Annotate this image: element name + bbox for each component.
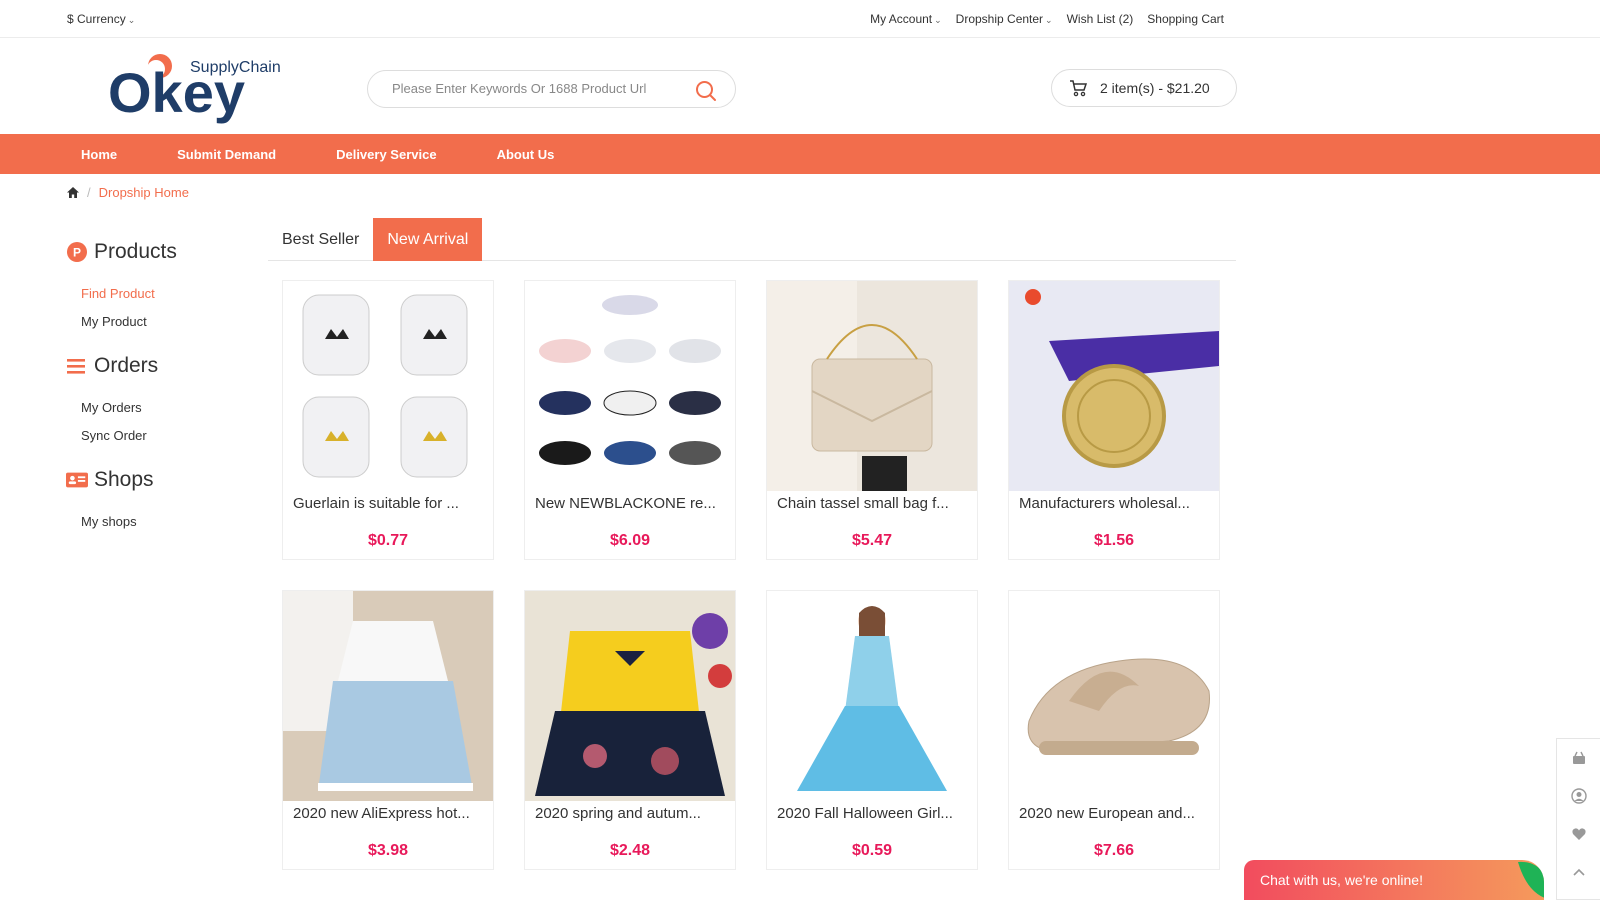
product-title[interactable]: Manufacturers wholesal... [1009,495,1219,512]
sidebar-group-products: P Products Find Product My Product [66,238,256,336]
search-input[interactable] [392,81,682,96]
product-price: $0.59 [851,842,893,859]
float-back-to-top-button[interactable] [1557,853,1600,891]
sidebar: P Products Find Product My Product Order… [66,238,256,552]
product-title[interactable]: 2020 Fall Halloween Girl... [767,805,977,822]
sidebar-item-find-product[interactable]: Find Product [81,280,256,308]
product-card[interactable]: 2020 spring and autum... $2.48 [524,590,736,870]
breadcrumb-current[interactable]: Dropship Home [99,185,189,200]
shopping-cart-link[interactable]: Shopping Cart [1147,12,1224,26]
sidebar-item-my-shops[interactable]: My shops [81,508,256,536]
float-account-button[interactable] [1557,777,1600,815]
okey-logo[interactable]: Okey SupplyChain [108,52,298,124]
sidebar-group-orders: Orders My Orders Sync Order [66,352,256,450]
product-card[interactable]: Manufacturers wholesal... $1.56 [1008,280,1220,560]
product-image[interactable] [1009,591,1219,801]
chevron-down-icon: ⌄ [1045,15,1053,25]
product-image[interactable] [525,591,735,801]
product-price: $1.56 [1093,532,1135,549]
main-nav: Home Submit Demand Delivery Service Abou… [0,134,1600,174]
header: Okey SupplyChain 2 item(s) - $21.20 [0,38,1600,134]
cart-icon [1070,80,1088,97]
product-price: $6.09 [609,532,651,549]
my-account-link[interactable]: My Account ⌄ [870,12,942,26]
product-price: $7.66 [1093,842,1135,859]
my-account-label: My Account [870,12,933,26]
chevron-down-icon: ⌄ [934,15,942,25]
floating-toolbar [1556,738,1600,900]
product-image[interactable] [767,281,977,491]
chat-label: Chat with us, we're online! [1260,872,1423,888]
sidebar-heading-products-label: Products [94,240,177,263]
sidebar-item-sync-order[interactable]: Sync Order [81,422,256,450]
account-links: My Account ⌄ Dropship Center ⌄ Wish List (… [870,12,1224,26]
product-price: $5.47 [851,532,893,549]
product-image[interactable] [283,591,493,801]
dropship-center-label: Dropship Center [955,12,1044,26]
sidebar-group-shops: Shops My shops [66,466,256,536]
breadcrumb: / Dropship Home [67,185,189,200]
sidebar-heading-orders: Orders [66,352,256,380]
leaf-icon [1518,861,1544,898]
sidebar-heading-shops: Shops [66,466,256,494]
product-title[interactable]: Guerlain is suitable for ... [283,495,493,512]
tab-new-arrival[interactable]: New Arrival [373,218,483,261]
product-image[interactable] [283,281,493,491]
product-image[interactable] [525,281,735,491]
product-card[interactable]: New NEWBLACKONE re... $6.09 [524,280,736,560]
nav-delivery-service[interactable]: Delivery Service [336,147,436,162]
float-cart-button[interactable] [1557,739,1600,777]
top-bar: $ Currency ⌄ My Account ⌄ Dropship Center ⌄… [0,0,1600,38]
product-card[interactable]: Guerlain is suitable for ... $0.77 [282,280,494,560]
product-card[interactable]: 2020 Fall Halloween Girl... $0.59 [766,590,978,870]
search-icon[interactable] [695,80,717,102]
sidebar-heading-orders-label: Orders [94,354,159,377]
nav-submit-demand[interactable]: Submit Demand [177,147,276,162]
sidebar-heading-shops-label: Shops [94,468,154,491]
product-card[interactable]: Chain tassel small bag f... $5.47 [766,280,978,560]
product-card[interactable]: 2020 new European and... $7.66 [1008,590,1220,870]
sidebar-heading-products: P Products [66,238,256,266]
wish-list-link[interactable]: Wish List (2) [1067,12,1134,26]
chevron-up-icon [1572,868,1585,876]
nav-home[interactable]: Home [81,147,117,162]
sidebar-item-my-product[interactable]: My Product [81,308,256,336]
cart-summary-text: 2 item(s) - $21.20 [1100,80,1210,96]
product-price: $3.98 [367,842,409,859]
product-image[interactable] [1009,281,1219,491]
breadcrumb-separator: / [87,185,91,200]
currency-label: $ Currency [67,12,126,26]
float-wishlist-button[interactable] [1557,815,1600,853]
product-title[interactable]: 2020 spring and autum... [525,805,735,822]
sidebar-item-my-orders[interactable]: My Orders [81,394,256,422]
product-grid: Guerlain is suitable for ... $0.77 New N… [282,280,1222,870]
user-icon [1570,788,1587,804]
chevron-down-icon: ⌄ [127,15,136,25]
product-title[interactable]: Chain tassel small bag f... [767,495,977,512]
id-card-icon [66,472,88,488]
svg-text:SupplyChain: SupplyChain [190,59,281,76]
dropship-center-link[interactable]: Dropship Center ⌄ [956,12,1053,26]
product-title[interactable]: New NEWBLACKONE re... [525,495,735,512]
product-title[interactable]: 2020 new AliExpress hot... [283,805,493,822]
list-icon [67,359,85,374]
currency-selector[interactable]: $ Currency ⌄ [67,12,135,26]
svg-text:P: P [73,246,81,260]
home-icon[interactable] [67,187,79,198]
product-price: $0.77 [367,532,409,549]
search-box [367,70,736,108]
nav-about-us[interactable]: About Us [497,147,555,162]
tab-best-seller[interactable]: Best Seller [268,218,373,261]
product-price: $2.48 [609,842,651,859]
product-title[interactable]: 2020 new European and... [1009,805,1219,822]
product-tabs: Best Seller New Arrival [268,218,1236,261]
heart-icon [1571,828,1586,840]
chat-widget[interactable]: Chat with us, we're online! [1244,860,1544,900]
products-icon: P [67,242,87,262]
product-card[interactable]: 2020 new AliExpress hot... $3.98 [282,590,494,870]
logo-graphic: Okey SupplyChain [108,54,281,124]
product-image[interactable] [767,591,977,801]
cart-summary-button[interactable]: 2 item(s) - $21.20 [1051,69,1237,107]
basket-icon [1572,751,1585,764]
